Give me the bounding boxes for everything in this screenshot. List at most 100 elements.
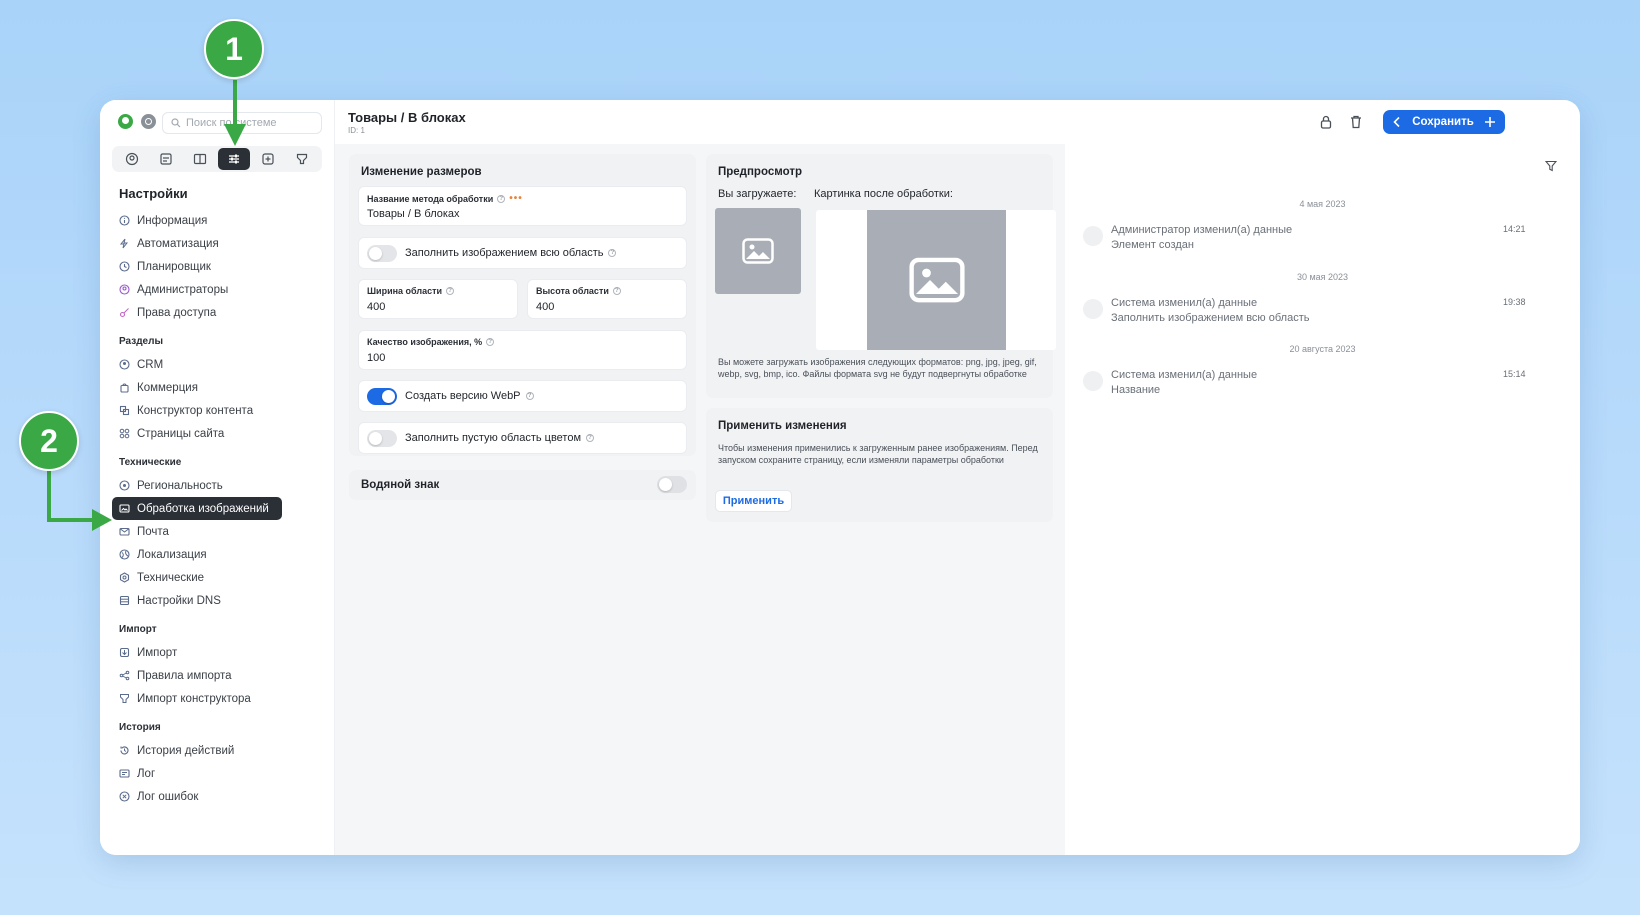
nav-label: Правила импорта bbox=[137, 669, 232, 682]
method-name-value: Товары / В блоках bbox=[367, 208, 460, 220]
add-icon[interactable] bbox=[252, 148, 284, 170]
apply-title: Применить изменения bbox=[718, 420, 847, 432]
history-time: 14:21 bbox=[1503, 224, 1526, 234]
nav-item-technical[interactable]: Технические bbox=[112, 566, 327, 589]
watermark-toggle[interactable] bbox=[657, 476, 687, 493]
settings-sliders-icon[interactable] bbox=[218, 148, 250, 170]
history-time: 15:14 bbox=[1503, 369, 1526, 379]
step-marker-1: 1 bbox=[204, 19, 264, 79]
help-icon[interactable]: ? bbox=[586, 434, 595, 442]
nav-item-log[interactable]: Лог bbox=[112, 762, 327, 785]
history-icon bbox=[119, 745, 130, 756]
bag-icon bbox=[119, 382, 130, 393]
fill-area-toggle[interactable] bbox=[367, 245, 397, 262]
help-icon[interactable]: ? bbox=[525, 392, 534, 400]
nav-heading: Настройки bbox=[119, 186, 188, 201]
help-icon[interactable] bbox=[141, 114, 156, 129]
width-label: Ширина области? bbox=[367, 286, 455, 296]
user-status-icon[interactable] bbox=[118, 114, 133, 129]
nav-item-automation[interactable]: Автоматизация bbox=[112, 232, 327, 255]
nav-item-dns[interactable]: Настройки DNS bbox=[112, 589, 327, 612]
fill-area-row: Заполнить изображением всю область? bbox=[358, 237, 687, 269]
dashboard-icon[interactable] bbox=[116, 148, 148, 170]
quality-label: Качество изображения, %? bbox=[367, 337, 495, 347]
nav-item-regional[interactable]: Региональность bbox=[112, 474, 327, 497]
share-icon bbox=[119, 670, 130, 681]
nav-label: Права доступа bbox=[137, 306, 217, 319]
history-detail: Элемент создан bbox=[1111, 239, 1194, 251]
nav-item-site-pages[interactable]: Страницы сайта bbox=[112, 422, 327, 445]
search-input[interactable]: Поиск по системе bbox=[162, 112, 322, 134]
height-value: 400 bbox=[536, 301, 555, 313]
nav-item-info[interactable]: Информация bbox=[112, 209, 327, 232]
more-dots-icon[interactable]: ••• bbox=[509, 193, 523, 204]
nav-item-import-rules[interactable]: Правила импорта bbox=[112, 664, 327, 687]
step-marker-2: 2 bbox=[19, 411, 79, 471]
filter-icon[interactable] bbox=[1545, 160, 1557, 172]
nav-item-localization[interactable]: Локализация bbox=[112, 543, 327, 566]
nav-item-commerce[interactable]: Коммерция bbox=[112, 376, 327, 399]
nav-item-error-log[interactable]: Лог ошибок bbox=[112, 785, 327, 808]
method-name-field[interactable]: Название метода обработки? ••• Товары / В… bbox=[358, 186, 687, 226]
help-icon[interactable]: ? bbox=[612, 287, 621, 295]
nav-item-content-builder[interactable]: Конструктор контента bbox=[112, 399, 327, 422]
mail-icon bbox=[119, 526, 130, 537]
apply-panel: Применить изменения Чтобы изменения прим… bbox=[706, 408, 1053, 522]
nav-item-scheduler[interactable]: Планировщик bbox=[112, 255, 327, 278]
nav-item-import[interactable]: Импорт bbox=[112, 641, 327, 664]
book-icon[interactable] bbox=[184, 148, 216, 170]
admin-icon bbox=[119, 284, 130, 295]
image-placeholder-icon bbox=[742, 238, 774, 264]
nav-label: Региональность bbox=[137, 479, 223, 492]
nav-label: Коммерция bbox=[137, 381, 198, 394]
search-placeholder: Поиск по системе bbox=[186, 117, 277, 129]
nav-label: Лог ошибок bbox=[137, 790, 199, 803]
history-action: Система изменил(а) данные bbox=[1111, 297, 1258, 309]
width-field[interactable]: Ширина области? 400 bbox=[358, 279, 518, 319]
globe-icon bbox=[119, 549, 130, 560]
processed-image bbox=[867, 210, 1006, 350]
webp-toggle[interactable] bbox=[367, 388, 397, 405]
quality-field[interactable]: Качество изображения, %? 100 bbox=[358, 330, 687, 370]
uploaded-image-thumb[interactable] bbox=[715, 208, 801, 294]
width-label-text: Ширина области bbox=[367, 286, 443, 296]
history-time: 19:38 bbox=[1503, 297, 1526, 307]
filter-funnel-icon[interactable] bbox=[286, 148, 318, 170]
chevron-left-icon[interactable] bbox=[1392, 116, 1402, 128]
fill-color-toggle[interactable] bbox=[367, 430, 397, 447]
nav-item-import-builder[interactable]: Импорт конструктора bbox=[112, 687, 327, 710]
nav-label: Локализация bbox=[137, 548, 207, 561]
nav-item-crm[interactable]: CRM bbox=[112, 353, 327, 376]
crm-icon bbox=[119, 359, 130, 370]
trash-icon[interactable] bbox=[1348, 114, 1364, 130]
nav-item-access[interactable]: Права доступа bbox=[112, 301, 327, 324]
history-detail: Название bbox=[1111, 384, 1161, 396]
lock-icon[interactable] bbox=[1318, 114, 1334, 130]
sidebar: Поиск по системе Настройки Информация Ав… bbox=[100, 100, 335, 855]
plus-icon[interactable] bbox=[1484, 116, 1496, 128]
nav-label: Информация bbox=[137, 214, 208, 227]
help-icon[interactable]: ? bbox=[446, 287, 455, 295]
webp-label: Создать версию WebP? bbox=[405, 390, 534, 402]
history-date: 20 августа 2023 bbox=[1289, 344, 1356, 354]
nav-item-mail[interactable]: Почта bbox=[112, 520, 327, 543]
grid-icon bbox=[119, 428, 130, 439]
pages-icon[interactable] bbox=[150, 148, 182, 170]
key-icon bbox=[119, 307, 130, 318]
help-icon[interactable]: ? bbox=[608, 249, 617, 257]
height-field[interactable]: Высота области? 400 bbox=[527, 279, 687, 319]
help-icon[interactable]: ? bbox=[486, 338, 495, 346]
builder-icon bbox=[119, 405, 130, 416]
header-actions bbox=[1318, 114, 1364, 130]
app-window: Поиск по системе Настройки Информация Ав… bbox=[100, 100, 1580, 855]
nav-item-image-processing[interactable]: Обработка изображений bbox=[112, 497, 282, 520]
fill-area-label: Заполнить изображением всю область? bbox=[405, 247, 617, 259]
nav-item-action-history[interactable]: История действий bbox=[112, 739, 327, 762]
height-label-text: Высота области bbox=[536, 286, 609, 296]
save-button[interactable]: Сохранить bbox=[1383, 110, 1505, 134]
history-date: 4 мая 2023 bbox=[1299, 199, 1346, 209]
import-icon bbox=[119, 647, 130, 658]
nav-item-admins[interactable]: Администраторы bbox=[112, 278, 327, 301]
help-icon[interactable]: ? bbox=[497, 194, 506, 203]
apply-button[interactable]: Применить bbox=[715, 490, 792, 512]
